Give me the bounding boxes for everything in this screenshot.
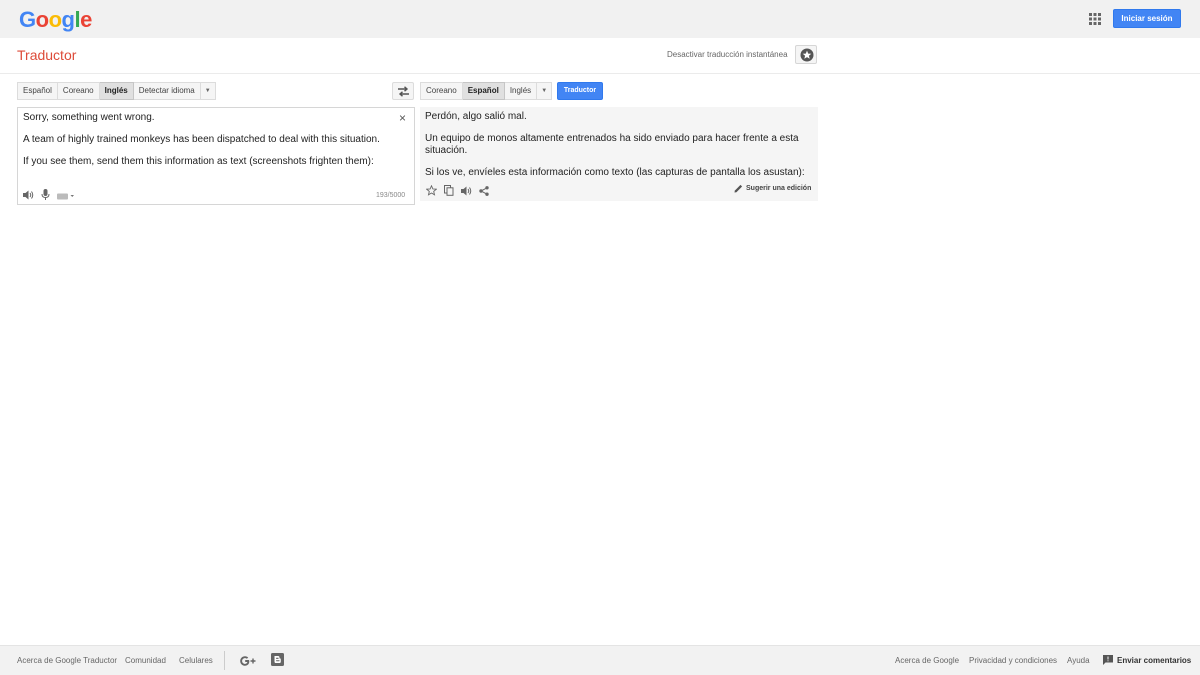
logo-letter: G xyxy=(19,7,36,32)
logo-letter: o xyxy=(48,7,62,32)
translation-panel: Perdón, algo salió mal. Un equipo de mon… xyxy=(420,107,818,201)
target-lang-coreano[interactable]: Coreano xyxy=(420,82,463,100)
pencil-icon xyxy=(734,184,743,193)
translation-tools xyxy=(425,183,496,201)
footer-divider xyxy=(224,651,225,670)
suggest-edit-label: Sugerir una edición xyxy=(746,185,812,192)
chevron-down-icon: ▼ xyxy=(204,88,211,94)
speaker-icon[interactable] xyxy=(23,187,34,205)
star-icon xyxy=(800,48,814,62)
clear-text-button[interactable]: × xyxy=(399,111,406,125)
footer-link-mobile[interactable]: Celulares xyxy=(179,656,213,665)
source-tools xyxy=(23,187,82,205)
logo-letter: e xyxy=(80,7,92,32)
google-plus-icon[interactable] xyxy=(240,654,256,672)
blogger-icon[interactable] xyxy=(271,653,284,671)
character-count: 193/5000 xyxy=(376,192,406,199)
phrasebook-button[interactable] xyxy=(795,45,817,64)
footer-link-help[interactable]: Ayuda xyxy=(1067,656,1090,665)
target-language-bar: Coreano Español Inglés ▼ xyxy=(420,82,553,100)
target-lang-espanol[interactable]: Español xyxy=(462,82,505,100)
footer-link-privacy[interactable]: Privacidad y condiciones xyxy=(969,656,1057,665)
copy-icon[interactable] xyxy=(444,183,454,201)
page-title[interactable]: Traductor xyxy=(17,47,76,63)
source-paragraph: A team of highly trained monkeys has bee… xyxy=(23,134,380,145)
source-lang-espanol[interactable]: Español xyxy=(17,82,58,100)
source-text-panel: Sorry, something went wrong. A team of h… xyxy=(17,107,415,205)
send-feedback-button[interactable]: Enviar comentarios xyxy=(1103,655,1191,665)
google-logo[interactable]: Google xyxy=(19,7,92,33)
top-bar: Google Iniciar sesión xyxy=(0,0,1200,38)
source-paragraph: Sorry, something went wrong. xyxy=(23,112,155,123)
source-lang-dropdown[interactable]: ▼ xyxy=(200,82,216,100)
swap-icon xyxy=(398,86,409,97)
suggest-edit-link[interactable]: Sugerir una edición xyxy=(734,184,811,193)
speaker-icon[interactable] xyxy=(461,183,472,201)
keyboard-icon[interactable] xyxy=(57,187,75,205)
target-lang-dropdown[interactable]: ▼ xyxy=(537,82,553,100)
source-lang-coreano[interactable]: Coreano xyxy=(57,82,100,100)
source-paragraph: If you see them, send them this informat… xyxy=(23,156,374,167)
apps-grid-icon[interactable] xyxy=(1088,12,1102,26)
chevron-down-icon: ▼ xyxy=(541,88,548,94)
footer-link-about-translate[interactable]: Acerca de Google Traductor xyxy=(17,656,117,665)
star-outline-icon[interactable] xyxy=(425,183,438,201)
source-lang-ingles[interactable]: Inglés xyxy=(99,82,134,100)
microphone-icon[interactable] xyxy=(41,187,50,205)
share-icon[interactable] xyxy=(479,183,489,201)
target-lang-ingles[interactable]: Inglés xyxy=(504,82,538,100)
instant-translation-toggle[interactable]: Desactivar traducción instantánea xyxy=(667,50,788,59)
translate-button[interactable]: Traductor xyxy=(557,82,603,100)
feedback-icon xyxy=(1103,655,1113,665)
logo-letter: g xyxy=(61,7,75,32)
source-language-bar: Español Coreano Inglés Detectar idioma ▼ xyxy=(17,82,216,100)
send-feedback-label: Enviar comentarios xyxy=(1117,655,1192,665)
translation-paragraph: Perdón, algo salió mal. xyxy=(425,111,527,122)
translation-output: Perdón, algo salió mal. Un equipo de mon… xyxy=(425,111,813,189)
swap-languages-button[interactable] xyxy=(392,82,414,100)
footer: Acerca de Google Traductor Comunidad Cel… xyxy=(0,645,1200,675)
translation-paragraph: Un equipo de monos altamente entrenados … xyxy=(425,133,799,156)
source-textarea[interactable]: Sorry, something went wrong. A team of h… xyxy=(23,112,393,178)
translation-paragraph: Si los ve, envíeles esta información com… xyxy=(425,167,805,178)
logo-letter: o xyxy=(35,7,49,32)
footer-link-about-google[interactable]: Acerca de Google xyxy=(895,656,959,665)
footer-link-community[interactable]: Comunidad xyxy=(125,656,166,665)
app-header: Traductor Desactivar traducción instantá… xyxy=(0,38,1200,74)
source-lang-detect[interactable]: Detectar idioma xyxy=(133,82,201,100)
signin-button[interactable]: Iniciar sesión xyxy=(1113,9,1181,28)
